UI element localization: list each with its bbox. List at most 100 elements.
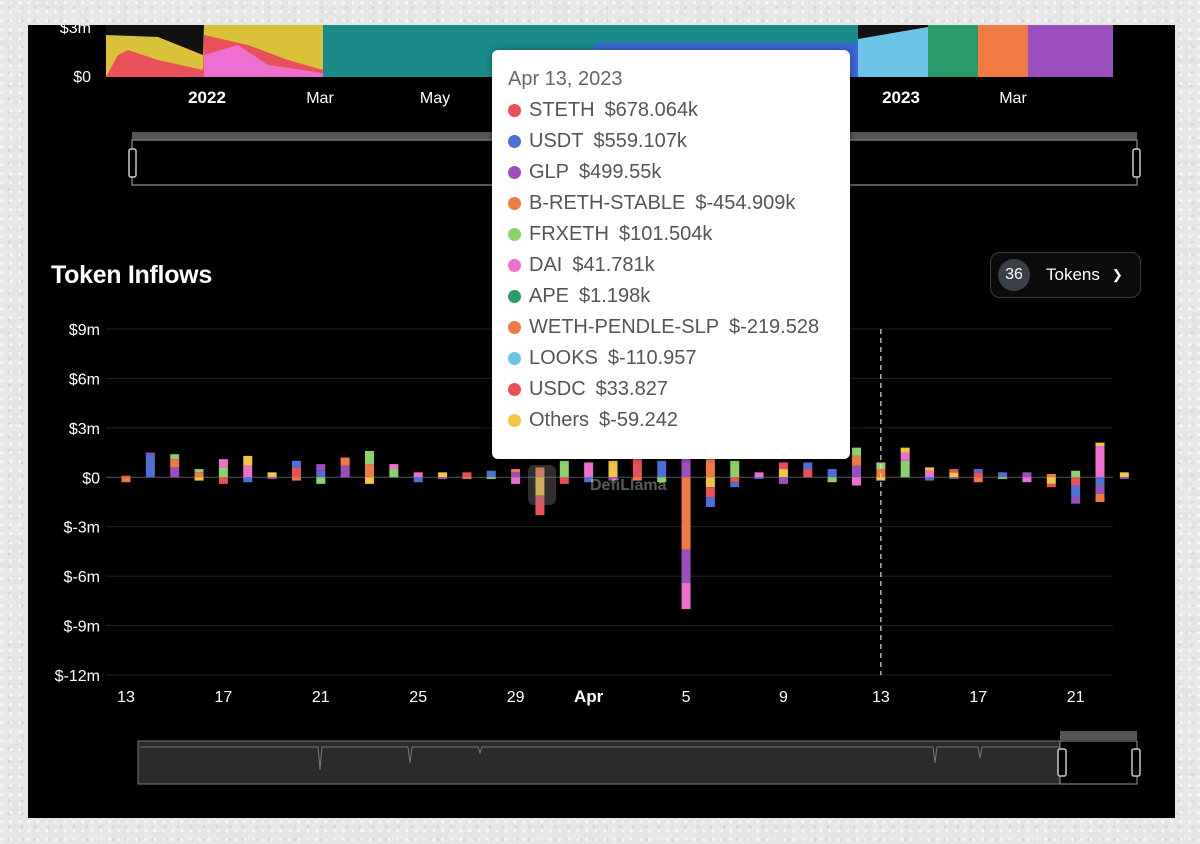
bar-stack[interactable] — [973, 469, 983, 483]
tooltip-row-frxeth: FRXETH $101.504k — [508, 219, 850, 250]
tooltip-rows: STETH $678.064k USDT $559.107k GLP $499.55k B-… — [508, 95, 850, 436]
bar-segment — [1071, 497, 1081, 504]
tooltip-row-looks: LOOKS $-110.957 — [508, 343, 850, 374]
y-axis-labels: $9m $6m $3m $0 $-3m $-6m $-9m $-12m — [55, 322, 100, 685]
bar-stack[interactable] — [1046, 473, 1056, 488]
bar-stack[interactable] — [949, 469, 959, 479]
bar-segment — [1095, 442, 1105, 446]
legend-dot-icon — [508, 383, 521, 396]
bar-stack[interactable] — [681, 457, 691, 610]
tooltip-series-value: $41.781k — [572, 254, 655, 276]
bar-stack[interactable] — [170, 454, 180, 478]
bar-stack[interactable] — [559, 460, 569, 484]
bar-segment — [681, 457, 691, 478]
tooltip-series-value: $1.198k — [579, 285, 651, 307]
bar-segment — [170, 454, 180, 460]
y-tick-label: $0 — [82, 470, 100, 487]
legend-dot-icon — [508, 197, 521, 210]
bar-stack[interactable] — [291, 460, 301, 481]
bar-segment — [170, 459, 180, 468]
tooltip-series-value: $-454.909k — [695, 192, 796, 214]
tooltip-row-weth-pendle-slp: WETH-PENDLE-SLP $-219.528 — [508, 312, 850, 343]
bar-segment — [218, 467, 228, 478]
bar-segment — [608, 460, 618, 478]
bar-stack[interactable] — [218, 459, 228, 484]
bar-segment — [1022, 472, 1032, 478]
bar-stack[interactable] — [340, 457, 350, 478]
bar-stack[interactable] — [803, 462, 813, 478]
tooltip-series-value: $499.55k — [579, 161, 662, 183]
bottom-brush-right-handle[interactable] — [1131, 748, 1141, 777]
bar-stack[interactable] — [778, 462, 788, 484]
bar-segment — [827, 477, 837, 483]
tooltip-series-name: Others — [529, 409, 590, 431]
bar-segment — [486, 470, 496, 478]
bar-stack[interactable] — [1022, 472, 1032, 483]
watermark-logo-icon — [528, 465, 556, 505]
bar-segment — [900, 447, 910, 453]
bar-segment — [730, 482, 740, 488]
bar-stack[interactable] — [511, 469, 521, 484]
tooltip-row-glp: GLP $499.55k — [508, 157, 850, 188]
bar-stack[interactable] — [438, 472, 448, 479]
bar-segment — [1119, 472, 1129, 478]
bar-stack[interactable] — [998, 472, 1008, 479]
bar-stack[interactable] — [900, 447, 910, 478]
tooltip-row-usdc: USDC $33.827 — [508, 374, 850, 405]
bar-stack[interactable] — [754, 472, 764, 479]
tooltip-series-name: WETH-PENDLE-SLP — [529, 316, 720, 338]
bar-stack[interactable] — [194, 469, 204, 481]
bar-stack[interactable] — [486, 470, 496, 479]
bottom-brush-left-handle[interactable] — [1057, 748, 1067, 777]
bar-segment — [949, 469, 959, 473]
bottom-brush-grip[interactable] — [1060, 731, 1137, 740]
bar-stack[interactable] — [925, 467, 935, 481]
bar-stack[interactable] — [1071, 470, 1081, 504]
bar-segment — [243, 477, 253, 483]
tooltip-series-name: STETH — [529, 99, 595, 121]
bar-stack[interactable] — [389, 464, 399, 478]
bar-stack[interactable] — [267, 472, 277, 479]
bar-segment — [973, 472, 983, 478]
bar-stack[interactable] — [145, 452, 155, 478]
bar-segment — [925, 467, 935, 471]
bar-series[interactable] — [121, 442, 1129, 610]
bar-stack[interactable] — [827, 469, 837, 483]
bar-segment — [998, 477, 1008, 479]
bar-segment — [1095, 477, 1105, 486]
bar-segment — [754, 477, 764, 479]
bar-stack[interactable] — [1119, 472, 1129, 479]
bar-stack[interactable] — [730, 460, 740, 488]
bar-segment — [1022, 477, 1032, 483]
bar-stack[interactable] — [316, 464, 326, 484]
bar-stack[interactable] — [705, 459, 715, 507]
bar-stack[interactable] — [852, 447, 861, 486]
bar-segment — [365, 464, 374, 478]
bar-segment — [121, 475, 131, 478]
tooltip-row-others: Others $-59.242 — [508, 405, 850, 436]
watermark-text: DefiLlama — [590, 477, 667, 494]
bottom-brush-window[interactable] — [1059, 740, 1138, 785]
bar-stack[interactable] — [462, 472, 472, 479]
legend-dot-icon — [508, 259, 521, 272]
bar-segment — [1046, 477, 1056, 484]
bar-segment — [511, 469, 521, 473]
x-tick-label: 29 — [507, 689, 525, 706]
bar-segment — [194, 477, 204, 481]
bar-stack[interactable] — [121, 475, 131, 483]
bar-segment — [584, 462, 594, 478]
bar-segment — [218, 459, 228, 468]
bar-segment — [316, 464, 326, 471]
bar-stack[interactable] — [365, 450, 374, 484]
bar-segment — [1071, 477, 1081, 486]
bar-segment — [559, 460, 569, 478]
tooltip-series-value: $-219.528 — [729, 316, 820, 338]
bar-segment — [705, 477, 715, 488]
x-tick-label: 17 — [215, 689, 233, 706]
bar-segment — [632, 459, 642, 478]
bar-stack[interactable] — [1095, 442, 1105, 502]
tooltip-series-name: DAI — [529, 254, 563, 276]
bar-segment — [413, 477, 423, 483]
bar-stack[interactable] — [413, 472, 423, 483]
bar-stack[interactable] — [243, 455, 253, 483]
